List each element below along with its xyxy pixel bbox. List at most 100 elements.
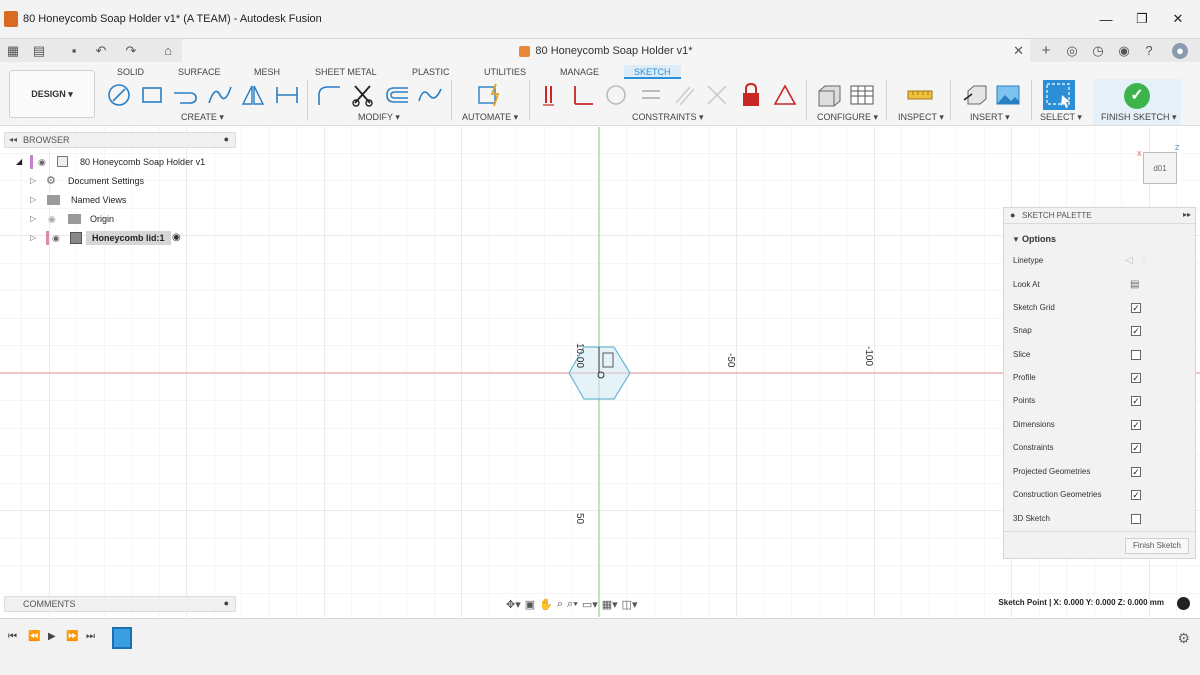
timeline-sketch-feature[interactable] — [112, 627, 132, 649]
tab-solid[interactable]: SOLID — [117, 65, 144, 79]
orbit-icon[interactable]: ✥▾ — [506, 598, 521, 611]
constraints-group-label[interactable]: CONSTRAINTS ▾ — [632, 112, 704, 123]
dimension-tool-icon[interactable] — [274, 82, 300, 108]
collapse-options-icon[interactable]: ▼ — [1012, 235, 1020, 244]
coincident-constraint-icon[interactable] — [539, 82, 565, 108]
insert-group-label[interactable]: INSERT ▾ — [970, 112, 1010, 123]
tab-mesh[interactable]: MESH — [254, 65, 280, 79]
display-settings-icon[interactable]: ▭▾ — [582, 598, 598, 611]
timeline-settings-gear-icon[interactable]: ⚙ — [1177, 630, 1190, 647]
visibility-eye-icon[interactable]: ◉ — [38, 155, 46, 169]
configure-model-icon[interactable] — [816, 82, 842, 108]
look-at-icon[interactable]: ▤ — [1130, 278, 1139, 292]
help-icon[interactable]: ? — [1141, 43, 1157, 59]
timeline-play-icon[interactable]: ▶ — [48, 631, 56, 642]
profile-checkbox[interactable]: ✓ — [1131, 373, 1141, 383]
activate-radio-icon[interactable]: ◉ — [172, 231, 181, 245]
comments-add-icon[interactable]: ● — [224, 598, 229, 608]
collapse-arrows-icon[interactable]: ◂◂ — [9, 135, 17, 144]
browser-root-item[interactable]: ◢ ◉ 80 Honeycomb Soap Holder v1 — [16, 155, 236, 169]
look-at-nav-icon[interactable]: ▣ — [525, 598, 535, 611]
browser-pin-icon[interactable]: ● — [224, 134, 229, 144]
pan-hand-icon[interactable]: ✋ — [539, 598, 553, 611]
tangent-constraint-icon[interactable] — [603, 82, 629, 108]
collapse-arrow-icon[interactable]: ◢ — [16, 155, 22, 169]
new-tab-icon[interactable]: + — [1038, 43, 1054, 59]
expand-arrow-icon[interactable]: ▷ — [30, 174, 36, 188]
maximize-button[interactable]: ❐ — [1122, 0, 1162, 38]
configure-table-icon[interactable] — [849, 82, 875, 108]
job-status-icon[interactable]: ◷ — [1090, 43, 1106, 59]
comments-panel-header[interactable]: COMMENTS ● — [4, 596, 236, 612]
browser-item-document-settings[interactable]: ▷ ⚙ Document Settings — [30, 174, 236, 188]
timeline-next-icon[interactable]: ⏩ — [66, 631, 78, 642]
midpoint-constraint-icon[interactable] — [704, 82, 730, 108]
expand-palette-icon[interactable]: ▸▸ — [1183, 210, 1191, 219]
undo-icon[interactable]: ↶ — [93, 43, 109, 59]
line-tool-icon[interactable] — [106, 82, 132, 108]
select-group-label[interactable]: SELECT ▾ — [1040, 112, 1082, 123]
status-indicator-icon[interactable] — [1177, 597, 1190, 610]
redo-icon[interactable]: ↷ — [123, 43, 139, 59]
projected-geometries-checkbox[interactable]: ✓ — [1131, 467, 1141, 477]
construction-linetype-icon[interactable]: ◁ — [1125, 254, 1133, 268]
spline-tool-icon[interactable] — [207, 82, 233, 108]
visibility-eye-icon[interactable]: ◉ — [52, 231, 60, 245]
minimize-button[interactable]: — — [1086, 0, 1126, 38]
browser-item-honeycomb-lid[interactable]: ▷ ◉ Honeycomb lid:1 ◉ — [30, 231, 236, 245]
timeline-first-icon[interactable]: ⏮ — [8, 631, 17, 642]
insert-image-icon[interactable] — [995, 82, 1021, 108]
equal-constraint-icon[interactable] — [638, 82, 664, 108]
file-menu-icon[interactable]: ▤ — [31, 43, 47, 59]
tab-sketch[interactable]: SKETCH — [624, 65, 681, 79]
viewports-icon[interactable]: ◫▾ — [622, 598, 638, 611]
expand-arrow-icon[interactable]: ▷ — [30, 231, 36, 245]
browser-panel-header[interactable]: ◂◂ BROWSER ● — [4, 132, 236, 148]
finish-sketch-label[interactable]: FINISH SKETCH ▾ — [1101, 112, 1177, 123]
tab-sheet-metal[interactable]: SHEET METAL — [315, 65, 377, 79]
close-window-button[interactable]: ✕ — [1158, 0, 1198, 38]
zoom-icon[interactable]: ⌕ — [557, 598, 563, 611]
tab-utilities[interactable]: UTILITIES — [484, 65, 526, 79]
slot-tool-icon[interactable] — [172, 82, 198, 108]
save-icon[interactable]: ▪ — [66, 43, 82, 59]
sketch-grid-checkbox[interactable]: ✓ — [1131, 303, 1141, 313]
constraints-checkbox[interactable]: ✓ — [1131, 443, 1141, 453]
expand-arrow-icon[interactable]: ▷ — [30, 193, 36, 207]
workspace-switcher[interactable]: DESIGN ▾ — [9, 70, 95, 118]
zoom-window-icon[interactable]: ⌕▾ — [567, 598, 578, 611]
automate-group-label[interactable]: AUTOMATE ▾ — [462, 112, 518, 123]
browser-item-origin[interactable]: ▷ ◉ Origin — [30, 212, 236, 226]
palette-pin-icon[interactable]: ● — [1010, 210, 1015, 220]
construction-geometries-checkbox[interactable]: ✓ — [1131, 490, 1141, 500]
grid-settings-icon[interactable]: ▦▾ — [602, 598, 618, 611]
palette-header[interactable]: ● SKETCH PALETTE ▸▸ — [1004, 208, 1195, 224]
user-avatar[interactable]: ● — [1172, 43, 1188, 59]
timeline-prev-icon[interactable]: ⏪ — [28, 631, 40, 642]
offset-tool-icon[interactable] — [384, 82, 410, 108]
fix-constraint-lock-icon[interactable] — [738, 82, 764, 108]
perpendicular-constraint-icon[interactable] — [570, 82, 596, 108]
rectangle-tool-icon[interactable] — [139, 82, 165, 108]
centerline-linetype-icon[interactable]: ◌ — [1141, 254, 1147, 268]
extensions-icon[interactable]: ◎ — [1064, 43, 1080, 59]
dimensions-checkbox[interactable]: ✓ — [1131, 420, 1141, 430]
timeline-last-icon[interactable]: ⏭ — [86, 631, 95, 642]
tab-manage[interactable]: MANAGE — [560, 65, 599, 79]
create-group-label[interactable]: CREATE ▾ — [181, 112, 224, 123]
tab-plastic[interactable]: PLASTIC — [412, 65, 450, 79]
symmetry-constraint-icon[interactable] — [772, 82, 798, 108]
fillet-tool-icon[interactable] — [316, 82, 342, 108]
slice-checkbox[interactable] — [1131, 350, 1141, 360]
parallel-constraint-icon[interactable] — [671, 82, 697, 108]
select-tool-icon[interactable] — [1043, 80, 1075, 110]
insert-mesh-icon[interactable] — [962, 82, 988, 108]
hidden-eye-icon[interactable]: ◉ — [48, 212, 56, 226]
measure-ruler-icon[interactable] — [907, 82, 933, 108]
3d-sketch-checkbox[interactable] — [1131, 514, 1141, 524]
document-tab[interactable]: 80 Honeycomb Soap Holder v1* ✕ — [182, 39, 1030, 63]
tab-surface[interactable]: SURFACE — [178, 65, 221, 79]
mirror-tool-icon[interactable] — [240, 82, 266, 108]
browser-item-named-views[interactable]: ▷ Named Views — [30, 193, 236, 207]
expand-arrow-icon[interactable]: ▷ — [30, 212, 36, 226]
